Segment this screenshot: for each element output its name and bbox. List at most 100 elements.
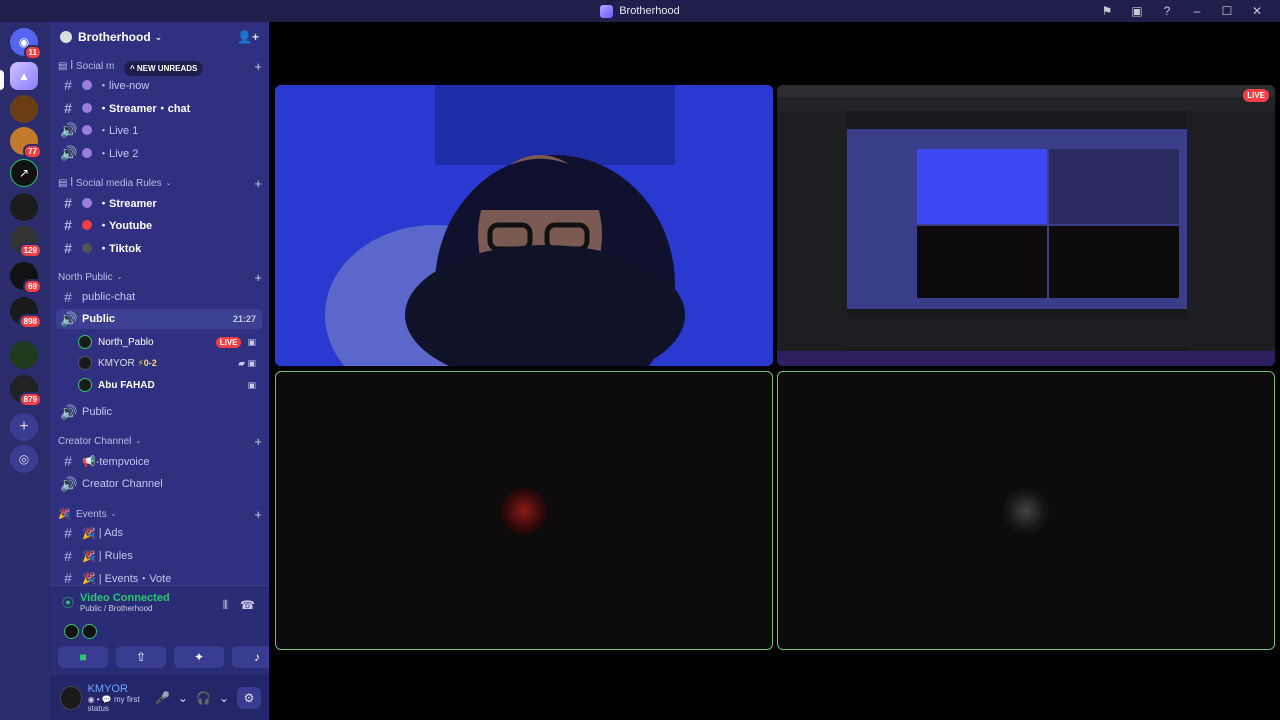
channel-tempvoice[interactable]: # 📢-tempvoice <box>56 451 262 471</box>
channel-streamer[interactable]: # ・Streamer <box>56 193 262 213</box>
channel-ads[interactable]: # 🎉 | Ads <box>56 523 262 543</box>
hash-icon: # <box>64 195 72 211</box>
chevron-down-icon: ⌄ <box>154 31 163 42</box>
participant-tile[interactable] <box>275 371 773 650</box>
voice-location[interactable]: Public / Brotherhood <box>80 604 170 613</box>
maximize-button[interactable]: ☐ <box>1212 0 1242 22</box>
avatar <box>501 487 547 534</box>
new-unreads-badge[interactable]: ^ NEW UNREADS <box>124 61 204 76</box>
channel-rules[interactable]: # 🎉 | Rules <box>56 546 262 566</box>
minimize-button[interactable]: – <box>1182 0 1212 22</box>
add-channel-icon[interactable]: + <box>254 176 262 191</box>
speaker-icon: 🔊 <box>60 310 78 327</box>
noise-suppression-icon[interactable]: ⦀ <box>223 598 228 613</box>
inbox-icon[interactable]: ⚑ <box>1092 0 1122 22</box>
disconnect-icon[interactable]: ☎ <box>240 598 255 613</box>
microphone-icon[interactable]: 🎤 <box>155 691 170 705</box>
voice-user-kmyor[interactable]: KMYOR ⚡0-2 ▰ ▣ <box>78 353 262 373</box>
webcam-feed <box>275 85 773 366</box>
server-icon[interactable]: 879 <box>10 375 42 407</box>
live-badge: LIVE <box>215 336 242 348</box>
hash-icon: # <box>64 548 72 564</box>
camera-icon: ▰ ▣ <box>238 357 256 368</box>
user-panel: KMYOR ◉ • 💬 my first status 🎤 ⌄ 🎧 ⌄ ⚙ <box>50 675 269 720</box>
server-icon[interactable]: 898 <box>10 297 42 329</box>
guild-icon <box>60 31 72 43</box>
voice-panel: ⦿ Video Connected Public / Brotherhood ⦀… <box>50 585 282 675</box>
channel-live2[interactable]: 🔊 ・Live 2 <box>56 143 262 163</box>
hash-icon: # <box>64 570 72 586</box>
video-stage: LIVE <box>269 22 1280 720</box>
voice-user-north-pablo[interactable]: North_Pablo LIVE ▣ <box>78 332 262 352</box>
screen-share-icon: ▣ <box>247 336 256 347</box>
screen-share-button[interactable]: ⇧ <box>116 646 166 668</box>
speaker-icon: 🔊 <box>60 144 78 161</box>
category-creator[interactable]: Creator Channel ⌄ + <box>58 432 262 450</box>
add-channel-icon[interactable]: + <box>254 270 262 285</box>
category-events[interactable]: 🎉 Events ⌄ + <box>58 505 262 523</box>
screen-share-tile[interactable]: LIVE <box>777 85 1275 366</box>
channel-live-now[interactable]: # ・live-now <box>56 75 262 95</box>
avatar <box>64 624 79 639</box>
voice-status[interactable]: Video Connected <box>80 592 170 604</box>
channel-creator[interactable]: 🔊 Creator Channel <box>56 474 262 494</box>
custom-status: ◉ • 💬 my first status <box>87 694 140 713</box>
avatar <box>78 378 92 392</box>
guild-name: Brotherhood <box>78 30 151 44</box>
voice-user-abu-fahad[interactable]: Abu FAHAD ▣ <box>78 375 262 395</box>
invite-icon[interactable]: 👤+ <box>237 30 259 44</box>
speaker-icon: 🔊 <box>60 475 78 492</box>
screen-share-feed <box>777 85 1275 366</box>
server-active[interactable]: ▲ <box>10 62 38 90</box>
hash-icon: # <box>64 240 72 256</box>
server-icon[interactable]: 69 <box>10 262 42 294</box>
server-icon[interactable] <box>10 95 38 123</box>
signal-icon: ⦿ <box>62 596 75 610</box>
camera-button[interactable]: ■ <box>58 646 108 668</box>
discover-icon[interactable]: ◎ <box>10 445 38 473</box>
avatar <box>1003 487 1049 534</box>
close-button[interactable]: ✕ <box>1242 0 1272 22</box>
window-title: Brotherhood <box>619 5 680 17</box>
speaker-icon: 🔊 <box>60 403 78 420</box>
chevron-down-icon[interactable]: ⌄ <box>178 691 188 705</box>
server-icon[interactable] <box>10 341 38 369</box>
participant-tile[interactable] <box>777 371 1275 650</box>
title-bar: Brotherhood ⚑ ▣ ? – ☐ ✕ <box>0 0 1280 22</box>
add-channel-icon[interactable]: + <box>254 59 262 74</box>
channel-youtube[interactable]: # ・Youtube <box>56 215 262 235</box>
add-channel-icon[interactable]: + <box>254 434 262 449</box>
hash-icon: # <box>64 217 72 233</box>
avatar <box>78 335 92 349</box>
server-icon[interactable]: ↗ <box>10 159 38 187</box>
activities-button[interactable]: ✦ <box>174 646 224 668</box>
channel-tiktok[interactable]: # ・Tiktok <box>56 238 262 258</box>
avatar[interactable] <box>60 685 82 710</box>
category-north-public[interactable]: North Public ⌄ + <box>58 268 262 286</box>
speaker-icon: 🔊 <box>60 121 78 138</box>
camera-tile[interactable] <box>275 85 773 366</box>
add-server-button[interactable]: + <box>10 413 38 441</box>
home-button[interactable]: ◉ 11 <box>10 28 42 60</box>
server-icon[interactable]: 129 <box>10 226 42 258</box>
category-social-rules[interactable]: ▤ ꟾ Social media Rules ⌄ + <box>58 174 262 192</box>
channel-streamer-chat[interactable]: # ・Streamer・chat <box>56 98 262 118</box>
server-icon[interactable] <box>10 193 38 221</box>
channel-public-chat[interactable]: # public-chat <box>56 287 262 307</box>
gear-icon[interactable]: ⚙ <box>237 686 261 709</box>
channel-public-voice[interactable]: 🔊 Public 21:27 <box>56 309 262 329</box>
help-icon[interactable]: ? <box>1152 0 1182 22</box>
headphones-icon[interactable]: 🎧 <box>196 691 211 705</box>
add-channel-icon[interactable]: + <box>254 507 262 522</box>
server-icon[interactable]: 77 <box>10 127 42 159</box>
hash-icon: # <box>64 289 72 305</box>
guild-header[interactable]: Brotherhood ⌄ 👤+ <box>50 22 269 52</box>
chevron-down-icon[interactable]: ⌄ <box>219 691 229 705</box>
channel-public-voice-2[interactable]: 🔊 Public <box>56 402 262 422</box>
username[interactable]: KMYOR <box>88 683 155 695</box>
screen-share-icon: ▣ <box>247 379 256 390</box>
server-rail: ◉ 11 ▲ 77 ↗ 129 69 898 879 + ◎ <box>0 22 50 720</box>
hash-icon: # <box>64 525 72 541</box>
screen-icon[interactable]: ▣ <box>1122 0 1152 22</box>
channel-live1[interactable]: 🔊 ・Live 1 <box>56 120 262 140</box>
